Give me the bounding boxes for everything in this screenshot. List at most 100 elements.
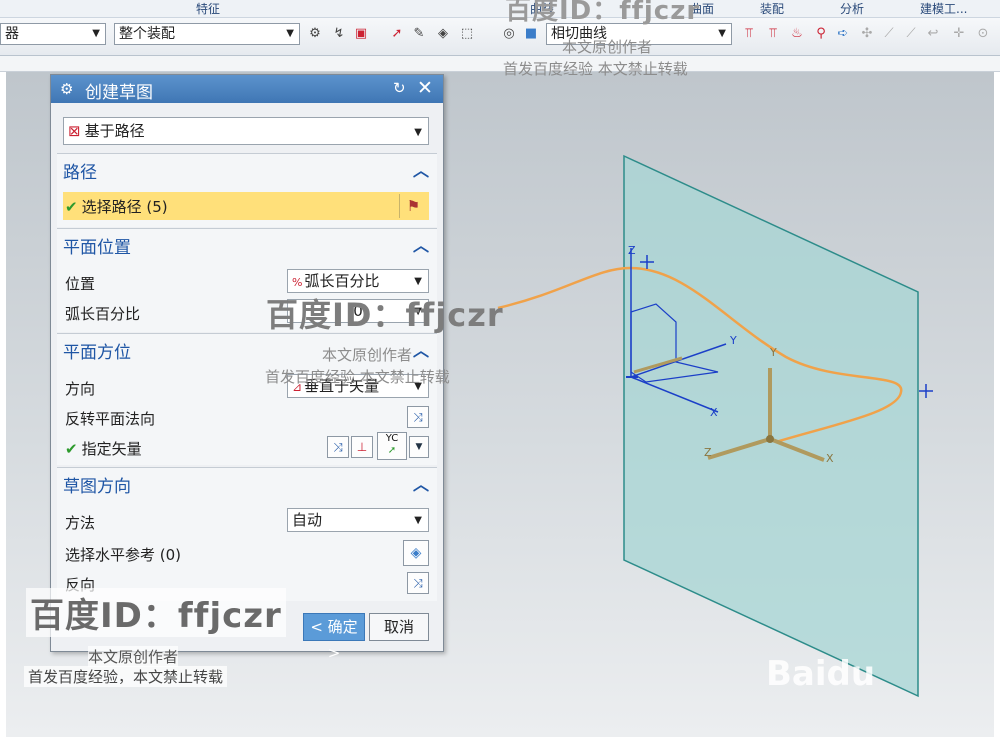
ok-button[interactable]: < 确定 >: [303, 613, 365, 662]
close-icon[interactable]: ✕: [417, 77, 433, 99]
scope-value: 整个装配: [119, 26, 175, 42]
type-filter-value: 器: [5, 26, 19, 42]
collapse-icon[interactable]: ︿: [413, 232, 429, 256]
snap-curve-icon[interactable]: ↩: [924, 25, 942, 43]
watermark-baidu-id-mid: 百度ID：ffjczr: [266, 296, 504, 334]
snap-endpoint-icon[interactable]: ⫪: [740, 25, 758, 43]
yc-vector-button[interactable]: YC ➚: [377, 432, 407, 460]
selection-toolbar: 器 ▼ 整个装配 ▼ ⚙ ↯ ▣ ➚ ✎ ◈ ⬚ ◎ ■ 相切曲线 ▼ ⫪ ⫪ …: [0, 18, 1000, 56]
watermark-baidu-id-bottom: 百度ID：ffjczr: [26, 588, 286, 637]
snap-tangent-icon[interactable]: ⟋: [902, 25, 920, 43]
select-path-row[interactable]: ✔ 选择路径 (5) ⚑: [63, 192, 429, 220]
rectangle-select-icon[interactable]: ⬚: [458, 25, 476, 43]
reverse-direction-icon[interactable]: ⤨: [407, 572, 429, 594]
select-box-icon[interactable]: ▣: [352, 25, 370, 43]
ribbon-tab-5[interactable]: 建模工...: [920, 0, 967, 17]
chevron-down-icon: ▼: [718, 28, 726, 39]
section-path: 路径 ︿ ✔ 选择路径 (5) ⚑: [57, 153, 437, 227]
collapse-icon[interactable]: ︿: [413, 337, 429, 361]
filter-icon[interactable]: ⚙: [306, 25, 324, 43]
plane-x-label: X: [710, 406, 718, 419]
collapse-icon[interactable]: ︿: [413, 471, 429, 495]
feature-select-icon[interactable]: ✎: [410, 25, 428, 43]
sketch-type-value: 基于路径: [84, 122, 145, 140]
view-icon[interactable]: ◎: [500, 25, 518, 43]
csys-origin: [766, 435, 774, 443]
section-path-header[interactable]: 路径: [63, 158, 97, 183]
cancel-button[interactable]: 取消: [369, 613, 429, 641]
snap-center-icon[interactable]: ♨: [788, 25, 806, 43]
check-icon: ✔: [65, 198, 78, 216]
face-select-icon[interactable]: ◈: [403, 540, 429, 566]
gear-icon[interactable]: ⚙: [60, 80, 73, 98]
direction-label: 方向: [65, 380, 96, 398]
baidu-logo-watermark: Baidu: [766, 654, 876, 694]
horizontal-ref-label: 选择水平参考 (0): [65, 546, 182, 564]
method-value: 自动: [292, 511, 323, 529]
section-plane-location-header[interactable]: 平面位置: [63, 233, 131, 258]
location-value: 弧长百分比: [304, 272, 380, 290]
watermark-notice-bottom: 首发百度经验，本文禁止转载: [24, 666, 228, 687]
csys-y-label: Y: [770, 346, 777, 359]
chevron-down-icon: ▼: [414, 515, 422, 526]
yc-label: YC: [385, 433, 399, 444]
snap-arrow-icon[interactable]: ➪: [834, 25, 852, 43]
ribbon-tab-strip: 特征 曲线 曲面 装配 分析 建模工...: [0, 0, 1000, 18]
snap-midpoint-icon[interactable]: ⫪: [764, 25, 782, 43]
csys-z-label: Z: [704, 446, 712, 459]
dialog-title-bar[interactable]: ⚙ 创建草图 ↻ ✕: [51, 75, 443, 103]
method-label: 方法: [65, 514, 96, 532]
body-select-icon[interactable]: ◈: [434, 25, 452, 43]
reverse-normal-label: 反转平面法向: [65, 410, 156, 428]
chevron-down-icon: ▼: [414, 127, 422, 138]
plane-z-label: Z: [628, 244, 636, 257]
vector-options-dropdown[interactable]: ▼: [409, 436, 429, 458]
watermark-baidu-id-top: 百度ID：ffjczr: [505, 0, 701, 26]
watermark-author-mid: 本文原创作者: [322, 346, 413, 364]
select-path-text: 选择路径 (5): [81, 198, 168, 216]
ribbon-tab-0[interactable]: 特征: [196, 0, 220, 17]
arc-percent-label: 弧长百分比: [65, 305, 141, 323]
snap-quadrant-icon[interactable]: ⚲: [812, 25, 830, 43]
snap-icon[interactable]: ↯: [330, 25, 348, 43]
curve-select-icon[interactable]: ⚑: [399, 194, 427, 218]
ribbon-tab-4[interactable]: 分析: [840, 0, 864, 17]
dialog-title: 创建草图: [85, 83, 153, 103]
plane-y-label: Y: [730, 334, 737, 347]
check-icon: ✔: [65, 440, 78, 458]
vector-arrow-icon: ➚: [387, 445, 397, 456]
section-plane-orientation-header[interactable]: 平面方位: [63, 338, 131, 363]
path-type-icon: ⊠: [68, 122, 81, 140]
watermark-author-top: 本文原创作者: [562, 38, 653, 56]
csys-x-label: X: [826, 452, 834, 465]
watermark-notice-top: 首发百度经验 本文禁止转载: [503, 60, 688, 78]
select-path-label: ✔ 选择路径 (5): [65, 196, 168, 217]
chevron-down-icon: ▼: [92, 28, 100, 39]
snap-circle-icon[interactable]: ⊙: [974, 25, 992, 43]
snap-line-icon[interactable]: ⟋: [880, 25, 898, 43]
scope-combo[interactable]: 整个装配 ▼: [114, 23, 300, 45]
ribbon-tab-3[interactable]: 装配: [760, 0, 784, 17]
watermark-notice-mid: 首发百度经验 本文禁止转载: [265, 368, 450, 386]
location-label: 位置: [65, 275, 96, 293]
section-sketch-orientation-header[interactable]: 草图方向: [63, 472, 131, 497]
solid-icon[interactable]: ■: [522, 25, 540, 43]
type-filter-combo[interactable]: 器 ▼: [0, 23, 106, 45]
arrow-select-icon[interactable]: ➚: [388, 25, 406, 43]
reset-icon[interactable]: ↻: [393, 79, 406, 97]
reverse-vector-icon[interactable]: ⤨: [327, 436, 349, 458]
specify-vector-label: ✔ 指定矢量: [65, 438, 142, 459]
toolbar-spacer: [0, 56, 1000, 72]
snap-intersect-icon[interactable]: ✛: [950, 25, 968, 43]
method-dropdown[interactable]: 自动 ▼: [287, 508, 429, 532]
reverse-normal-icon[interactable]: ⤨: [407, 406, 429, 428]
arc-percent-icon: %: [292, 276, 303, 289]
collapse-icon[interactable]: ︿: [413, 157, 429, 181]
snap-point-icon[interactable]: ✣: [858, 25, 876, 43]
vector-dialog-icon[interactable]: ⊥: [351, 436, 373, 458]
watermark-author-bottom: 本文原创作者: [88, 646, 179, 667]
section-sketch-orientation: 草图方向 ︿ 方法 自动 ▼ 选择水平参考 (0) ◈ 反向 ⤨: [57, 467, 437, 601]
chevron-down-icon: ▼: [286, 28, 294, 39]
specify-vector-text: 指定矢量: [81, 440, 142, 458]
sketch-type-dropdown[interactable]: ⊠ 基于路径 ▼: [63, 117, 429, 145]
